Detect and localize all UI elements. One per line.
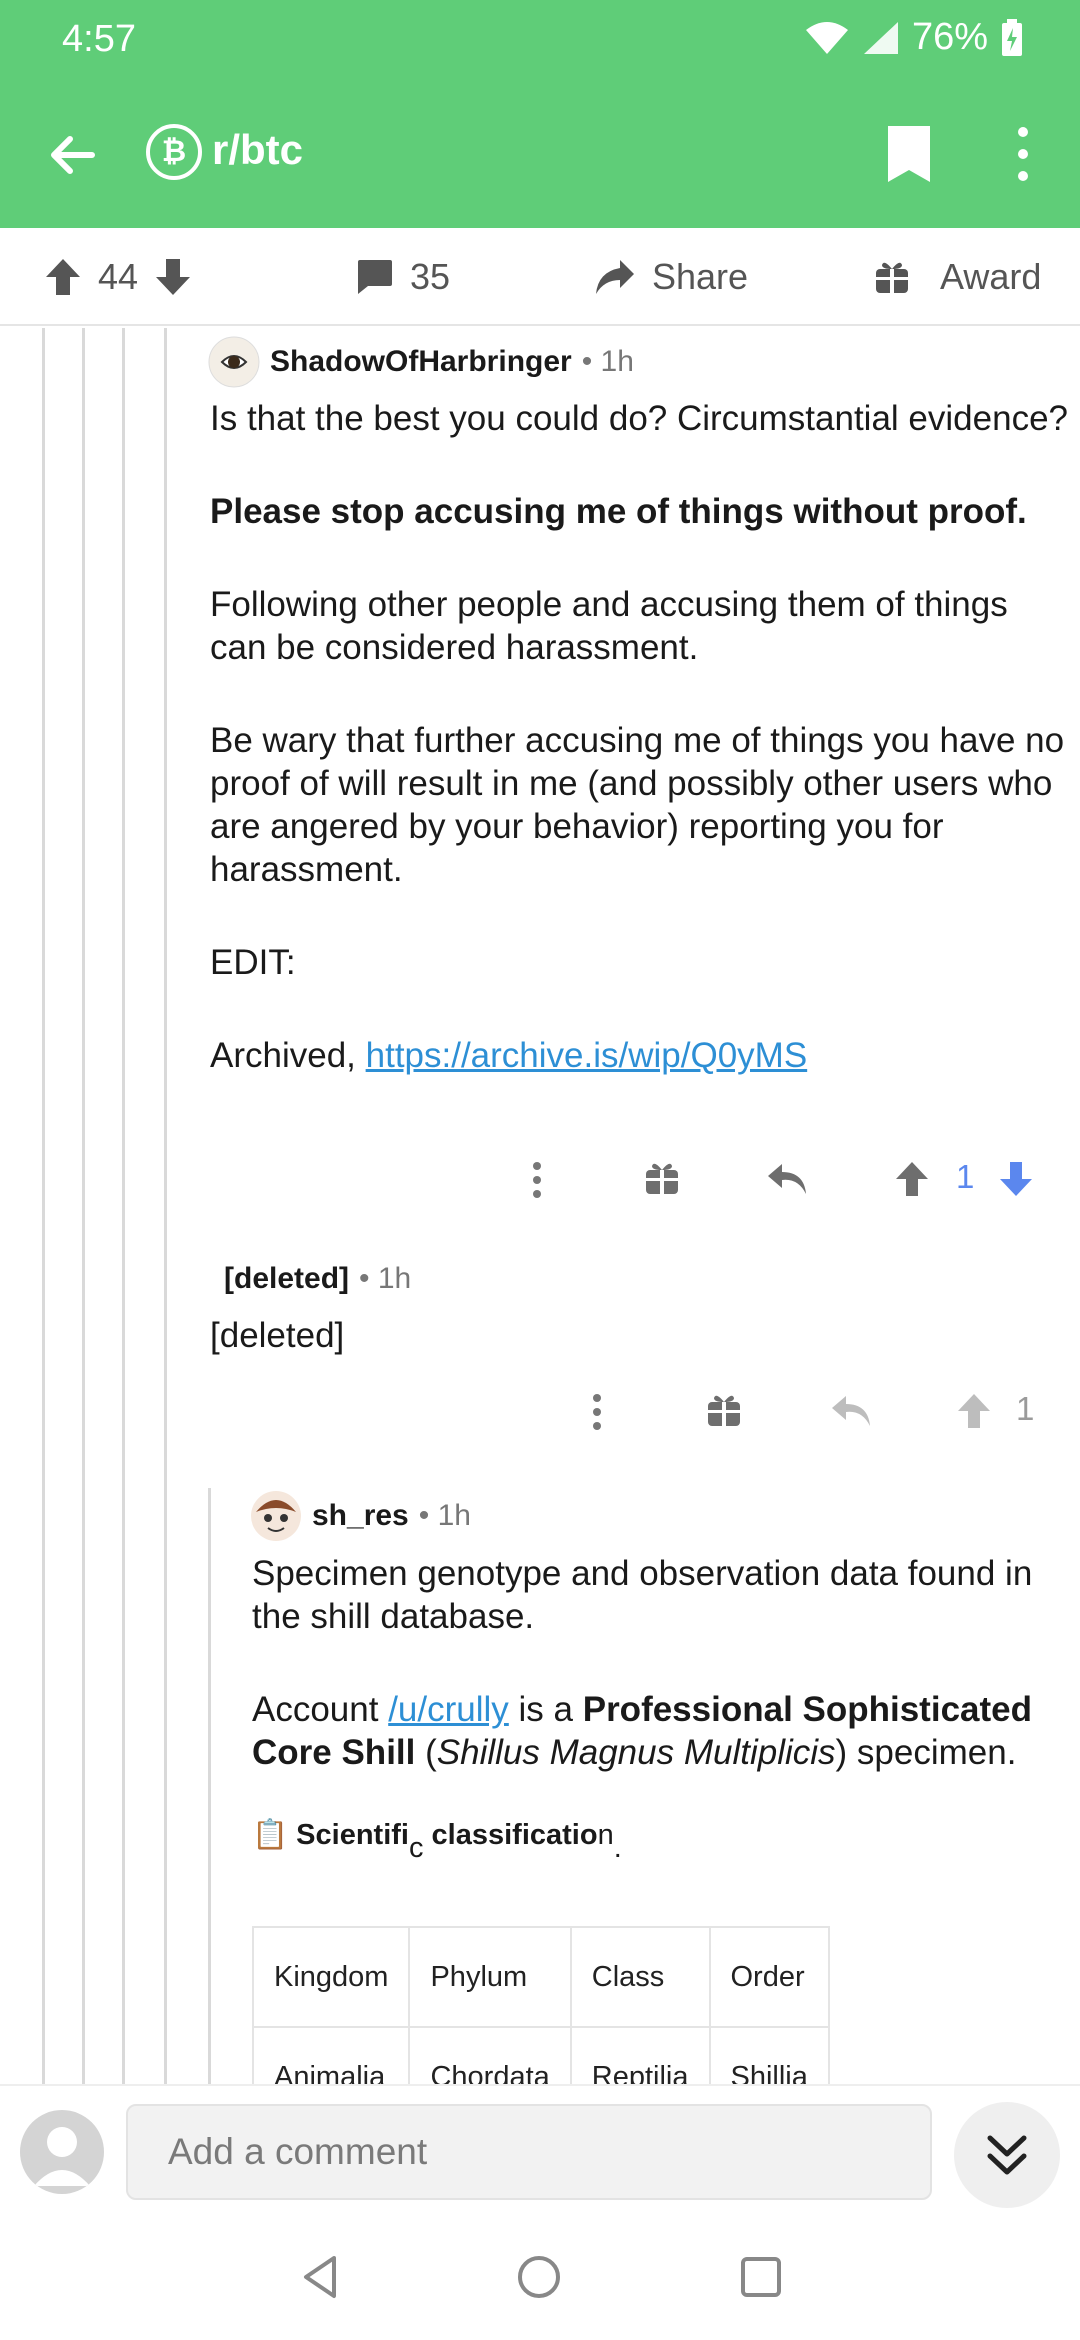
double-chevron-down-icon [987,2135,1027,2175]
award-label: Award [940,256,1042,297]
avatar[interactable] [208,336,260,388]
comment-body: Specimen genotype and observation data f… [252,1552,1072,1824]
user-avatar[interactable] [20,2110,104,2194]
comment-header[interactable]: sh_res • 1h [250,1490,471,1542]
comments-count: 35 [410,256,451,297]
post-action-bar: 44 35 Share Award [0,228,1080,326]
text-fragment: classificatio [423,1819,598,1851]
more-options-icon[interactable] [530,1160,544,1200]
award-button[interactable]: Award [874,228,1041,326]
share-arrow-icon [596,260,634,294]
status-bar: 4:57 76% [0,0,1080,80]
share-button[interactable]: Share [594,228,748,326]
gift-icon[interactable] [644,1160,680,1196]
downvote-arrow-icon[interactable] [154,257,192,297]
user-link[interactable]: /u/crully [388,1690,509,1729]
gift-icon[interactable] [706,1392,742,1428]
system-navigation-bar [0,2214,1080,2340]
comment-paragraph: EDIT: [210,943,296,982]
text-fragment: n [597,1819,614,1851]
post-vote-group: 44 [44,228,192,326]
comment-actions: 1 [520,1158,1040,1220]
subreddit-name[interactable]: r/btc [212,126,303,174]
comment-time: • 1h [581,345,634,378]
comment-score: 1 [1016,1390,1035,1427]
comment-paragraph-bold: Please stop accusing me of things withou… [210,492,1027,531]
default-avatar-icon [34,2127,90,2186]
table-header-cell: Kingdom [251,1926,411,2028]
bookmark-icon[interactable] [884,124,934,184]
text-fragment: ) specimen. [835,1733,1017,1772]
text-fragment: . [613,1831,622,1864]
reply-icon-disabled [832,1396,870,1426]
collapse-thread-button[interactable] [954,2102,1060,2208]
comment-paragraph: [deleted] [210,1316,345,1355]
comment-composer: Add a comment [0,2084,1080,2214]
more-options-icon[interactable] [1000,124,1046,184]
text-fragment: Account [252,1690,389,1729]
upvote-arrow-icon[interactable] [894,1160,930,1198]
comment-body: Is that the best you could do? Circumsta… [210,397,1070,1127]
comment-header[interactable]: ShadowOfHarbringer • 1h [208,336,634,388]
comment-paragraph: Account /u/crully is a Professional Soph… [252,1688,1072,1774]
comment-username: [deleted] [224,1262,350,1295]
archive-link[interactable]: https://archive.is/wip/Q0yMS [366,1036,808,1075]
archived-label: Archived, [210,1036,366,1075]
thread-line[interactable] [82,328,85,2084]
table-header-cell: Class [569,1926,711,2028]
gift-icon [876,262,908,293]
comment-paragraph: Specimen genotype and observation data f… [252,1554,1033,1636]
comment-time: • 1h [418,1499,471,1532]
upvote-arrow-icon[interactable] [44,257,82,297]
reply-icon[interactable] [766,1160,810,1196]
thread-line[interactable] [164,328,167,2084]
table-header-cell: Order [708,1926,830,2028]
app-bar: ₿ r/btc [0,100,1080,210]
comment-paragraph-archived: Archived, https://archive.is/wip/Q0yMS [210,1034,1070,1077]
share-label: Share [652,256,749,297]
italic-fragment: Shillus Magnus Multiplicis [436,1733,836,1772]
avatar[interactable] [250,1490,302,1542]
comment-actions: 1 [590,1390,1050,1452]
back-arrow-icon[interactable] [40,122,106,188]
comment-username[interactable]: sh_res [312,1499,409,1533]
nav-home-icon[interactable] [516,2254,562,2300]
nav-back-icon[interactable] [300,2254,340,2300]
table-header-cell: Phylum [408,1926,572,2028]
comments-count-button[interactable]: 35 [354,228,450,326]
text-fragment: Scientifi [296,1819,409,1851]
wifi-icon [805,21,848,54]
text-fragment: c [408,1831,424,1864]
downvote-arrow-icon[interactable] [998,1160,1034,1198]
post-score: 44 [98,256,139,297]
text-fragment: is a [508,1690,583,1729]
comment-bubble-icon [358,260,392,294]
comment-paragraph: Following other people and accusing them… [210,585,1008,667]
subreddit-icon[interactable]: ₿ [146,124,202,180]
thread-line[interactable] [42,328,45,2084]
comment-time: • 1h [359,1262,412,1295]
comment-score: 1 [956,1158,975,1195]
comment-paragraph: Is that the best you could do? Circumsta… [210,399,1068,438]
more-options-icon[interactable] [590,1392,604,1432]
clipboard-icon: 📋 [252,1819,289,1851]
comment-username[interactable]: ShadowOfHarbringer [270,345,572,379]
status-time: 4:57 [62,18,136,60]
upvote-arrow-icon-disabled [958,1394,990,1428]
table-row: Kingdom Phylum Class Order [251,1926,830,2028]
comment-paragraph: Be wary that further accusing me of thin… [210,721,1065,889]
nav-recents-icon[interactable] [740,2256,782,2298]
text-fragment: ( [415,1733,437,1772]
comment-header[interactable]: [deleted] • 1h [224,1262,411,1296]
add-comment-input[interactable]: Add a comment [126,2104,932,2200]
cell-signal-icon [863,21,898,54]
thread-line[interactable] [208,1488,211,2084]
thread-line[interactable] [122,328,125,2084]
classification-heading: 📋 Scientific classification. [252,1818,622,1864]
battery-charging-icon [1002,18,1022,56]
battery-percent: 76% [911,16,988,58]
